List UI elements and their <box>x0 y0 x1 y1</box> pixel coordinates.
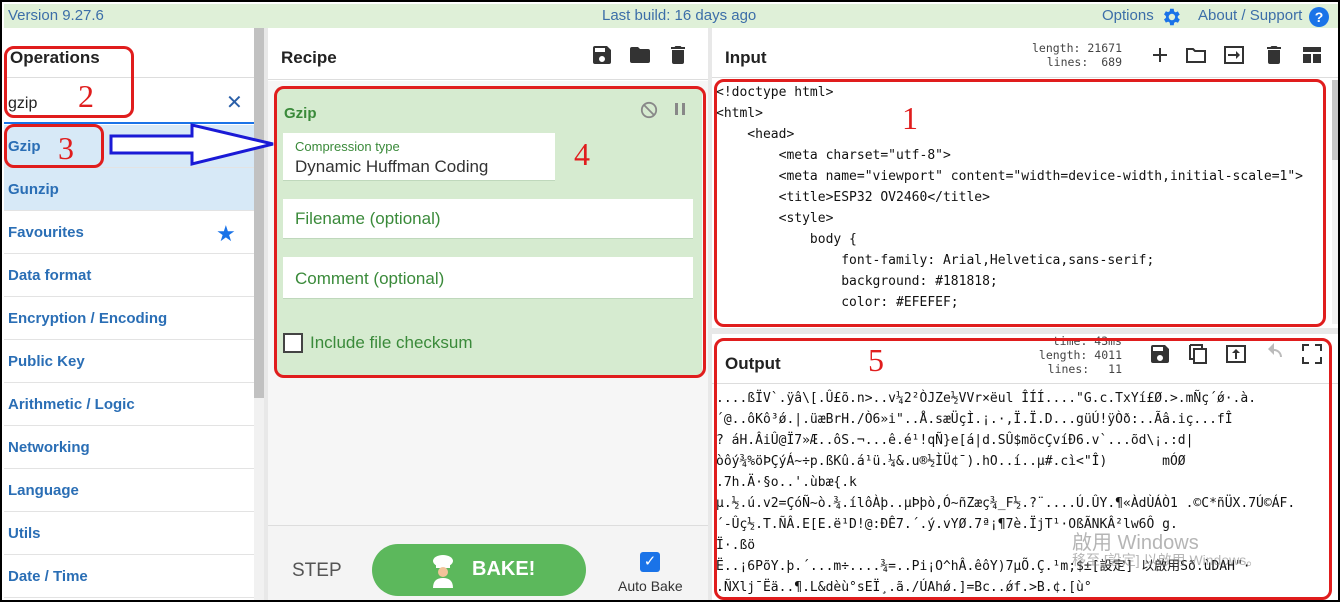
last-build-label[interactable]: Last build: 16 days ago <box>602 7 756 24</box>
op-label: Data format <box>8 267 92 284</box>
annotation-number-2: 2 <box>78 78 94 114</box>
gear-icon[interactable] <box>1160 6 1182 28</box>
bake-button[interactable]: BAKE! <box>372 544 586 596</box>
annotation-arrow-icon <box>109 123 274 166</box>
operations-scrollbar[interactable] <box>254 28 264 600</box>
layout-icon[interactable] <box>1300 43 1324 67</box>
category-language[interactable]: Language <box>4 469 254 512</box>
step-button[interactable]: STEP <box>292 560 342 582</box>
annotation-box-2 <box>4 46 134 118</box>
annotation-box-3 <box>4 124 104 168</box>
open-file-icon[interactable] <box>1222 43 1246 67</box>
input-lines: 689 <box>1101 55 1122 69</box>
op-label: Favourites <box>8 224 84 241</box>
cyberchef-window: Version 9.27.6 Last build: 16 days ago O… <box>0 0 1340 602</box>
star-icon: ★ <box>216 221 236 246</box>
input-title: Input <box>725 48 767 67</box>
auto-bake-label[interactable]: Auto Bake <box>618 578 683 594</box>
op-label: Public Key <box>8 353 85 370</box>
top-banner: Version 9.27.6 Last build: 16 days ago O… <box>4 4 1338 28</box>
recipe-controls: STEP BAKE! ✓ Auto Bake <box>268 525 708 600</box>
category-arithmetic-logic[interactable]: Arithmetic / Logic <box>4 383 254 426</box>
scrollbar-thumb[interactable] <box>1332 80 1338 160</box>
lines-label: lines: <box>1046 55 1089 69</box>
op-label: Date / Time <box>8 568 88 585</box>
category-networking[interactable]: Networking <box>4 426 254 469</box>
input-length: 21671 <box>1087 41 1122 55</box>
annotation-number-3: 3 <box>58 130 74 166</box>
annotation-number-1: 1 <box>902 100 918 136</box>
auto-bake-checkbox[interactable]: ✓ <box>640 552 660 572</box>
input-stats: length: 21671 lines: 689 <box>1030 41 1122 69</box>
save-icon[interactable] <box>590 43 614 67</box>
annotation-box-4 <box>274 86 706 378</box>
folder-icon[interactable] <box>628 43 652 67</box>
op-label: Arithmetic / Logic <box>8 396 135 413</box>
operations-list: Gzip Gunzip Favourites ★ Data format Encr… <box>4 125 254 598</box>
recipe-title: Recipe <box>281 48 337 67</box>
input-scrollbar[interactable] <box>1332 80 1338 324</box>
help-icon[interactable]: ? <box>1309 7 1329 27</box>
category-favourites[interactable]: Favourites ★ <box>4 211 254 254</box>
op-label: Encryption / Encoding <box>8 310 168 327</box>
category-date-time[interactable]: Date / Time <box>4 555 254 598</box>
annotation-number-4: 4 <box>574 136 590 172</box>
scrollbar-thumb[interactable] <box>254 28 264 398</box>
annotation-box-1 <box>714 79 1326 327</box>
category-public-key[interactable]: Public Key <box>4 340 254 383</box>
op-gunzip[interactable]: Gunzip <box>4 168 254 211</box>
input-header: Input length: 21671 lines: 689 <box>712 28 1338 78</box>
op-label: Utils <box>8 525 41 542</box>
length-label: length: <box>1031 41 1081 55</box>
version-label: Version 9.27.6 <box>8 7 104 24</box>
op-label: Networking <box>8 439 90 456</box>
category-encryption-encoding[interactable]: Encryption / Encoding <box>4 297 254 340</box>
op-label: Language <box>8 482 79 499</box>
annotation-box-5 <box>714 338 1332 600</box>
category-data-format[interactable]: Data format <box>4 254 254 297</box>
bake-label: BAKE! <box>472 558 536 580</box>
op-label: Gunzip <box>8 181 59 198</box>
add-tab-icon[interactable] <box>1148 43 1172 67</box>
open-folder-icon[interactable] <box>1184 43 1208 67</box>
annotation-number-5: 5 <box>868 342 884 378</box>
clear-search-icon[interactable]: ✕ <box>226 90 243 115</box>
clear-input-icon[interactable] <box>1262 43 1286 67</box>
about-support-link[interactable]: About / Support <box>1198 7 1302 24</box>
chef-icon <box>433 555 453 588</box>
trash-icon[interactable] <box>666 43 690 67</box>
category-utils[interactable]: Utils <box>4 512 254 555</box>
options-link[interactable]: Options <box>1102 7 1154 24</box>
recipe-header: Recipe <box>268 28 708 80</box>
